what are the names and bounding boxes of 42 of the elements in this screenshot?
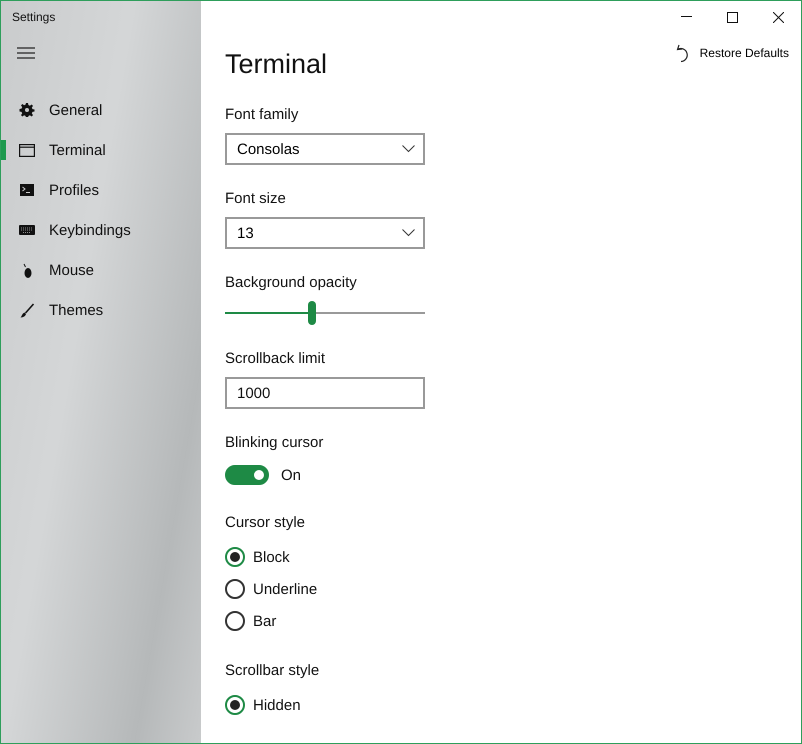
setting-label: Blinking cursor: [225, 433, 324, 453]
radio-option[interactable]: Bar: [225, 605, 801, 637]
window-icon: [19, 144, 35, 156]
slider-track[interactable]: [225, 301, 425, 325]
setting-label: Scrollback limit: [225, 349, 326, 369]
brush-icon: [19, 302, 35, 318]
keyboard-icon: [19, 225, 35, 235]
maximize-icon: [726, 12, 738, 22]
close-icon: [772, 12, 784, 22]
page-title: Terminal: [225, 48, 328, 81]
toggle-switch[interactable]: [225, 465, 269, 485]
window-title: Settings: [11, 9, 56, 26]
gear-icon: [19, 103, 35, 117]
radio-option[interactable]: Block: [225, 541, 801, 573]
minimize-icon: [680, 16, 692, 18]
restore-defaults-button[interactable]: Restore Defaults: [676, 43, 789, 63]
nav-item[interactable]: General: [1, 90, 201, 130]
setting-label: Background opacity: [225, 273, 358, 293]
radio-button[interactable]: [225, 611, 245, 631]
slider-thumb[interactable]: [308, 301, 316, 325]
setting-label: Scrollbar style: [225, 661, 320, 681]
chevron-icon: [402, 145, 415, 153]
dropdown[interactable]: 13: [225, 217, 425, 249]
nav-item[interactable]: Profiles: [1, 170, 201, 210]
menu-icon[interactable]: [17, 47, 35, 61]
setting-label: Cursor style: [225, 513, 306, 533]
toggle-state: On: [281, 466, 302, 484]
nav-item[interactable]: Themes: [1, 290, 201, 330]
radio-option[interactable]: Hidden: [225, 689, 801, 721]
chevron-icon: [402, 229, 415, 237]
radio-button[interactable]: [225, 547, 245, 567]
nav-item[interactable]: Keybindings: [1, 210, 201, 250]
dropdown[interactable]: Consolas: [225, 133, 425, 165]
setting-label: Font family: [225, 105, 300, 125]
radio-button[interactable]: [225, 695, 245, 715]
input-field[interactable]: 1000: [225, 377, 425, 409]
nav-item[interactable]: Terminal: [1, 130, 201, 170]
radio-option[interactable]: Underline: [225, 573, 801, 605]
setting-label: Font size: [225, 189, 287, 209]
terminal-icon: [19, 184, 35, 196]
nav-item[interactable]: Mouse: [1, 250, 201, 290]
radio-button[interactable]: [225, 579, 245, 599]
